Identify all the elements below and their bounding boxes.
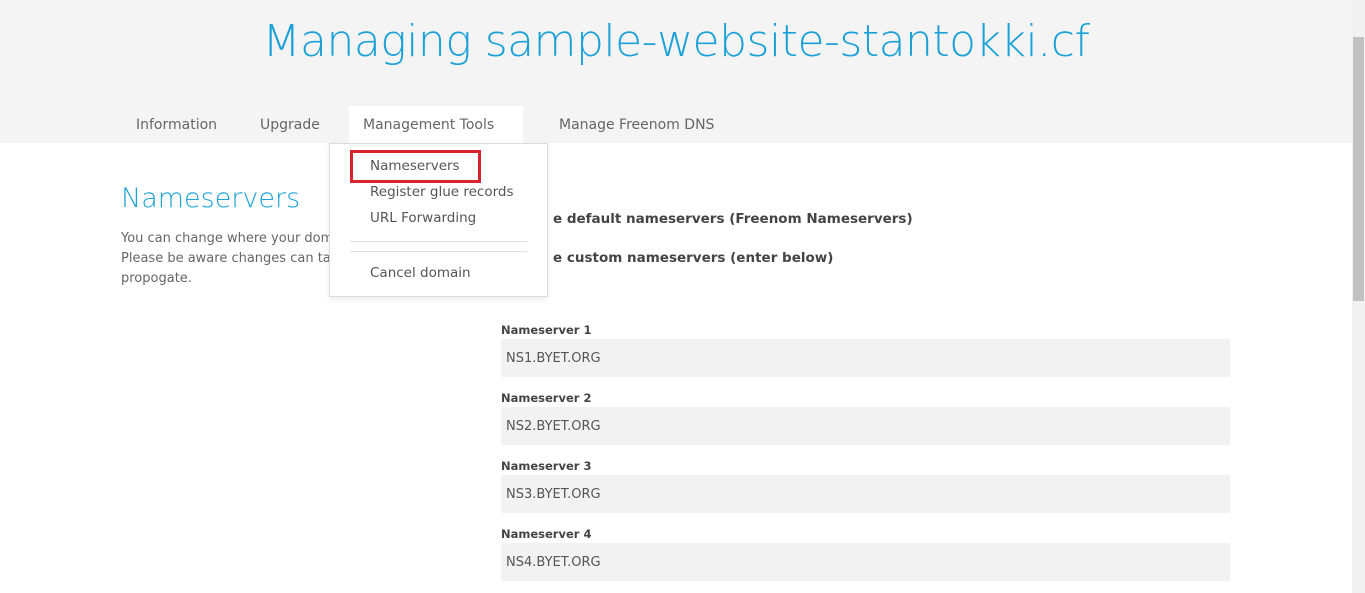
nameserver-2-label: Nameserver 2 [501,391,592,405]
tab-management-tools-label: Management Tools [363,117,495,133]
default-nameservers-option[interactable]: e default nameservers (Freenom Nameserve… [553,211,913,227]
nameserver-3-label: Nameserver 3 [501,459,592,473]
nameserver-3-input[interactable] [501,475,1230,513]
page-title: Managing sample-website-stantokki.cf [262,16,1090,67]
description-line: propogate. [121,271,192,286]
nameserver-1-input[interactable] [501,339,1230,377]
menu-divider [350,251,527,252]
tab-manage-freenom-dns[interactable]: Manage Freenom DNS [545,106,728,143]
tab-upgrade[interactable]: Upgrade [246,106,334,143]
tab-information[interactable]: Information [122,106,231,143]
nameserver-4-label: Nameserver 4 [501,527,592,541]
nameserver-4-input[interactable] [501,543,1230,581]
menu-divider [350,241,527,242]
tab-management-tools[interactable]: Management Tools [349,106,523,166]
menu-item-register-glue-records[interactable]: Register glue records [370,184,514,200]
scrollbar-thumb[interactable] [1353,37,1364,301]
nameserver-2-input[interactable] [501,407,1230,445]
description-line: Please be aware changes can take [121,251,346,266]
menu-item-cancel-domain[interactable]: Cancel domain [370,265,471,281]
nameservers-highlight-box [350,150,481,183]
custom-nameservers-option[interactable]: e custom nameservers (enter below) [553,250,833,266]
nameserver-1-label: Nameserver 1 [501,323,592,337]
section-title: Nameservers [121,183,301,214]
section-description: You can change where your doma Please be… [121,229,361,289]
description-line: You can change where your doma [121,231,342,246]
menu-item-url-forwarding[interactable]: URL Forwarding [370,210,476,226]
